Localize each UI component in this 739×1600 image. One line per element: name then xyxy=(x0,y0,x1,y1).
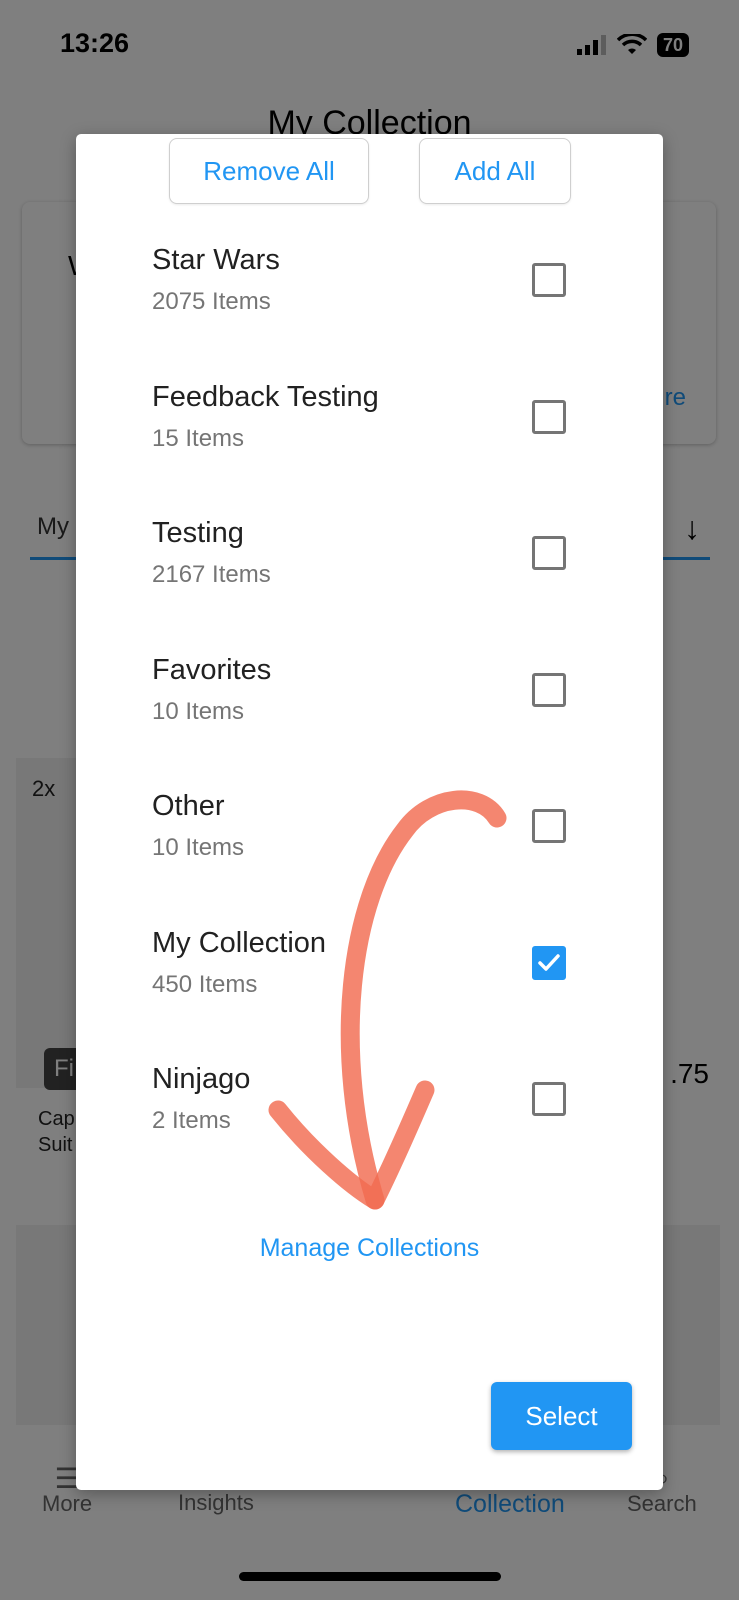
collection-name: Other xyxy=(152,790,225,822)
collection-name: My Collection xyxy=(152,926,327,959)
collection-item-count: 2 Items xyxy=(152,1107,231,1134)
collection-name: Star Wars xyxy=(152,244,280,276)
collection-item-count: 2167 Items xyxy=(152,561,271,588)
collection-item-count: 450 Items xyxy=(152,970,258,998)
collection-list: Star Wars 2075 Items Feedback Testing 15 It… xyxy=(76,244,663,1200)
collection-checkbox[interactable] xyxy=(532,399,566,434)
collection-item-count: 2075 Items xyxy=(152,288,271,315)
select-button[interactable]: Select xyxy=(491,1382,632,1450)
collection-name: Favorites xyxy=(152,653,272,686)
remove-all-button[interactable]: Remove All xyxy=(169,138,369,204)
collection-item[interactable]: Feedback Testing 15 Items xyxy=(76,381,663,518)
add-all-button[interactable]: Add All xyxy=(419,138,571,204)
collection-item[interactable]: Star Wars 2075 Items xyxy=(76,244,663,381)
collection-checkbox[interactable] xyxy=(532,672,566,707)
checkmark-icon xyxy=(538,953,560,971)
collection-checkbox[interactable] xyxy=(532,809,566,843)
collection-checkbox[interactable] xyxy=(532,1082,566,1116)
collection-name: Feedback Testing xyxy=(152,380,379,413)
collection-item-count: 10 Items xyxy=(152,834,245,861)
collection-name: Ninjago xyxy=(152,1063,251,1095)
collection-item[interactable]: Favorites 10 Items xyxy=(76,654,663,791)
collection-name: Testing xyxy=(152,517,244,549)
collection-item[interactable]: Ninjago 2 Items xyxy=(76,1063,663,1200)
collection-checkbox[interactable] xyxy=(532,945,566,980)
collection-picker-dialog: Remove All Add All Star Wars 2075 Items Fe… xyxy=(76,134,663,1490)
collection-checkbox[interactable] xyxy=(532,536,566,570)
collection-item-count: 15 Items xyxy=(152,424,245,452)
collection-item[interactable]: Other 10 Items xyxy=(76,790,663,927)
collection-checkbox[interactable] xyxy=(532,263,566,297)
manage-collections-link[interactable]: Manage Collections xyxy=(76,1234,663,1263)
collection-item[interactable]: My Collection 450 Items xyxy=(76,927,663,1064)
collection-item[interactable]: Testing 2167 Items xyxy=(76,517,663,654)
collection-item-count: 10 Items xyxy=(152,697,245,725)
